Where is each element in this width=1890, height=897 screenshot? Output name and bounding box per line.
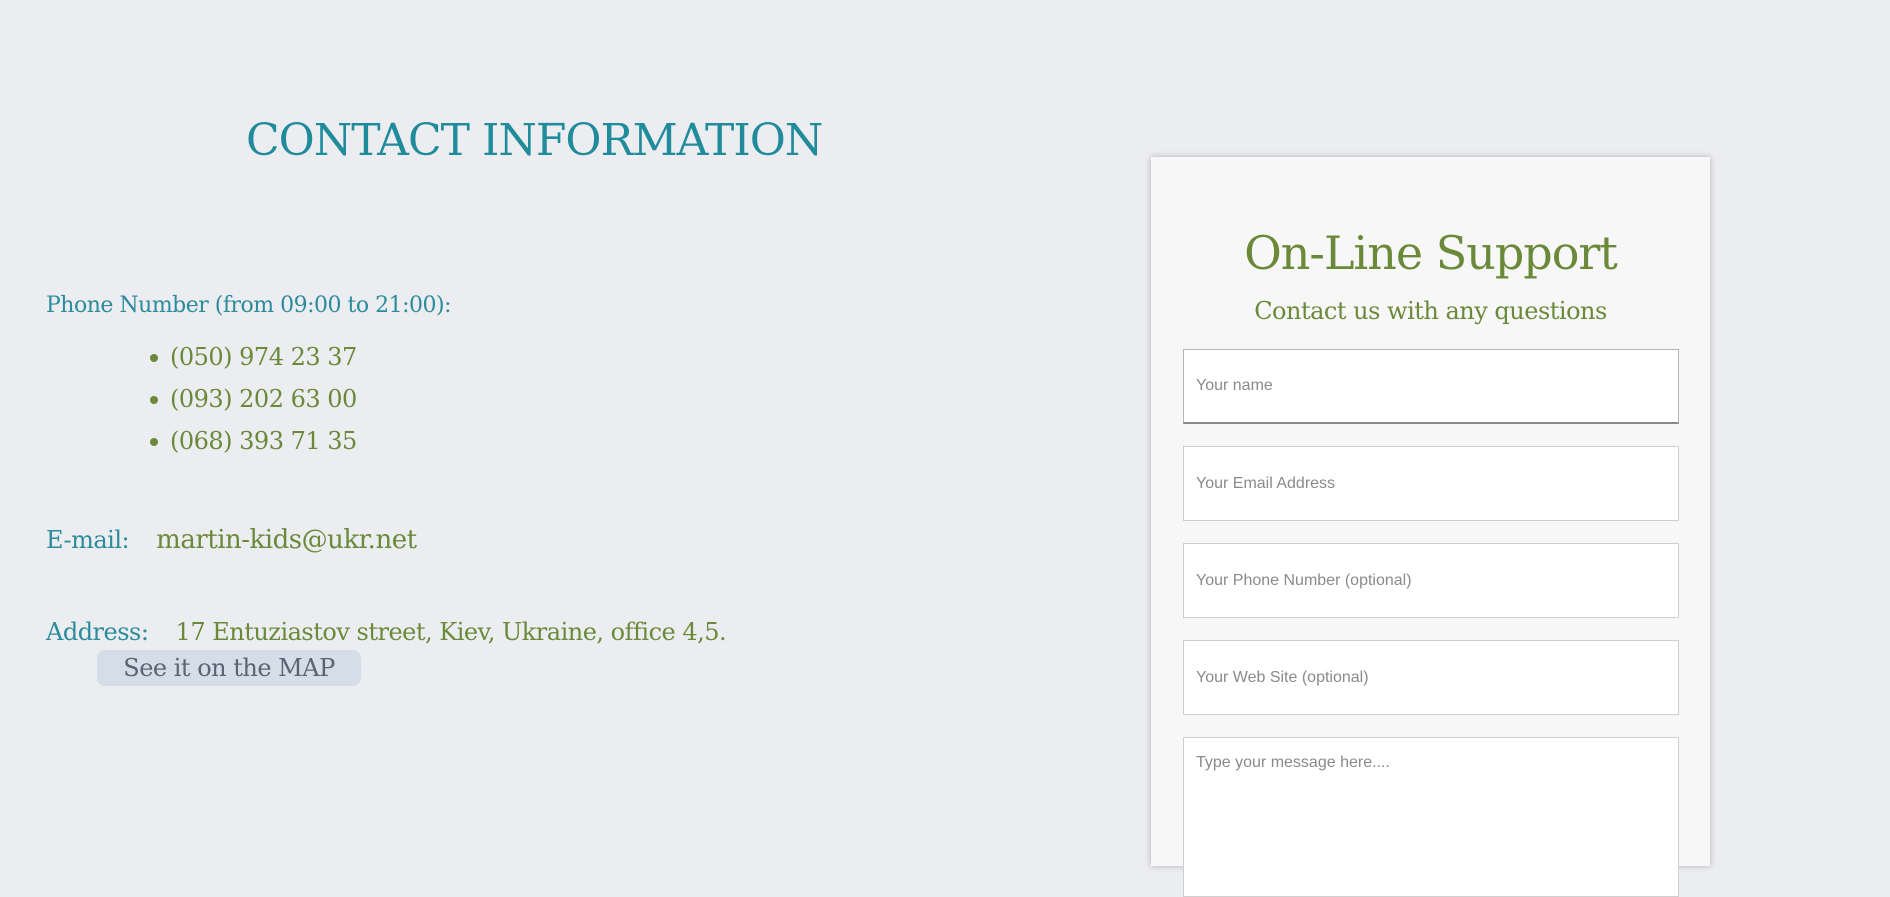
address-label: Address: (46, 618, 149, 646)
phone-input[interactable] (1183, 543, 1679, 618)
email-input[interactable] (1183, 446, 1679, 521)
online-support-panel: On-Line Support Contact us with any ques… (1151, 157, 1710, 897)
phone-number: (068) 393 71 35 (170, 427, 357, 455)
email-row: E-mail: martin-kids@ukr.net (46, 522, 417, 561)
bullet-icon (150, 438, 158, 446)
bullet-icon (150, 354, 158, 362)
see-on-map-button[interactable]: See it on the MAP (97, 650, 361, 686)
address-value: 17 Entuziastov street, Kiev, Ukraine, of… (175, 618, 727, 646)
support-subtitle: Contact us with any questions (1254, 297, 1607, 325)
name-input[interactable] (1183, 349, 1679, 424)
phone-list: (050) 974 23 37 (093) 202 63 00 (068) 39… (148, 338, 357, 464)
phone-number-label: Phone Number (from 09:00 to 21:00): (46, 293, 452, 318)
phone-number: (093) 202 63 00 (170, 385, 357, 413)
message-textarea[interactable] (1183, 737, 1679, 897)
address-row: Address: 17 Entuziastov street, Kiev, Uk… (46, 614, 727, 653)
phone-number: (050) 974 23 37 (170, 343, 357, 371)
support-title: On-Line Support (1244, 226, 1618, 280)
website-input[interactable] (1183, 640, 1679, 715)
contact-info-title: CONTACT INFORMATION (246, 115, 823, 166)
email-value: martin-kids@ukr.net (156, 525, 417, 555)
phone-list-item: (093) 202 63 00 (148, 380, 357, 422)
email-label: E-mail: (46, 526, 130, 554)
phone-list-item: (050) 974 23 37 (148, 338, 357, 380)
bullet-icon (150, 396, 158, 404)
phone-list-item: (068) 393 71 35 (148, 422, 357, 464)
